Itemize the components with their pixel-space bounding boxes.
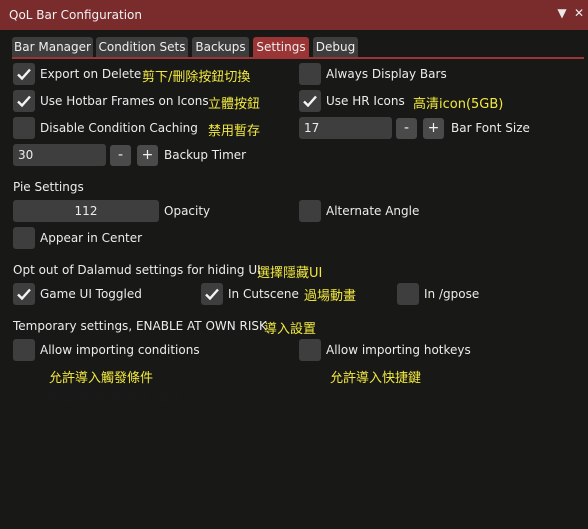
tab-backups[interactable]: Backups	[192, 37, 249, 58]
bar-font-size-decrement-button[interactable]: -	[396, 118, 417, 139]
checkmark-icon	[17, 68, 31, 81]
alternate-angle-checkbox[interactable]	[299, 200, 321, 222]
use-hr-icons-checkbox[interactable]	[299, 90, 321, 112]
temporary-note: 導入設置	[264, 322, 317, 337]
in-gpose-checkbox[interactable]	[397, 283, 419, 305]
backup-timer-label: Backup Timer	[164, 148, 247, 162]
always-display-bars-checkbox[interactable]	[299, 63, 321, 85]
tab-debug[interactable]: Debug	[313, 37, 358, 58]
always-display-bars-label: Always Display Bars	[326, 67, 447, 81]
in-cutscene-checkbox[interactable]	[201, 283, 223, 305]
allow-importing-conditions-note: 允許導入觸發條件	[49, 371, 154, 386]
checkmark-icon	[17, 95, 31, 108]
tab-settings[interactable]: Settings	[253, 37, 309, 58]
appear-in-center-label: Appear in Center	[40, 231, 143, 245]
use-hotbar-frames-checkbox[interactable]	[13, 90, 35, 112]
tab-bar-manager[interactable]: Bar Manager	[12, 37, 93, 58]
backup-timer-increment-button[interactable]: +	[137, 145, 158, 166]
use-hr-icons-label: Use HR Icons	[326, 94, 405, 108]
backup-timer-input[interactable]: 30	[13, 144, 106, 166]
temporary-heading: Temporary settings, ENABLE AT OWN RISK	[13, 319, 267, 333]
export-on-delete-note: 剪下/刪除按鈕切換	[142, 70, 251, 85]
bar-font-size-input[interactable]: 17	[299, 117, 392, 139]
title-bar[interactable]: QoL Bar Configuration ▼ ✕	[0, 0, 588, 30]
appear-in-center-checkbox[interactable]	[13, 227, 35, 249]
tab-condition-sets[interactable]: Condition Sets	[96, 37, 188, 58]
checkmark-icon	[303, 95, 317, 108]
use-hotbar-frames-label: Use Hotbar Frames on Icons	[40, 94, 209, 108]
bar-font-size-increment-button[interactable]: +	[423, 118, 444, 139]
dalamud-note: 選擇隱藏UI	[257, 266, 323, 281]
allow-importing-hotkeys-note: 允許導入快捷鍵	[330, 371, 422, 386]
backup-timer-decrement-button[interactable]: -	[110, 145, 131, 166]
opacity-label: Opacity	[164, 204, 211, 218]
window-title: QoL Bar Configuration	[9, 8, 143, 22]
disable-condition-caching-label: Disable Condition Caching	[40, 121, 198, 135]
export-on-delete-checkbox[interactable]	[13, 63, 35, 85]
alternate-angle-label: Alternate Angle	[326, 204, 420, 218]
in-cutscene-note: 過場動畫	[304, 289, 357, 304]
allow-importing-hotkeys-checkbox[interactable]	[299, 339, 321, 361]
disable-condition-caching-note: 禁用暫存	[208, 124, 261, 139]
dalamud-heading: Opt out of Dalamud settings for hiding U…	[13, 263, 261, 277]
game-ui-toggled-label: Game UI Toggled	[40, 287, 142, 301]
bar-font-size-label: Bar Font Size	[451, 121, 530, 135]
allow-importing-conditions-checkbox[interactable]	[13, 339, 35, 361]
export-on-delete-label: Export on Delete	[40, 67, 142, 81]
checkmark-icon	[205, 288, 219, 301]
collapse-icon[interactable]: ▼	[555, 6, 569, 20]
in-cutscene-label: In Cutscene	[228, 287, 299, 301]
tab-underline	[12, 57, 584, 59]
allow-importing-conditions-label: Allow importing conditions	[40, 343, 200, 357]
checkmark-icon	[17, 288, 31, 301]
use-hr-icons-note: 高清icon(5GB)	[413, 97, 504, 112]
qol-bar-config-window: QoL Bar Configuration ▼ ✕ Bar Manager Co…	[0, 0, 588, 529]
game-ui-toggled-checkbox[interactable]	[13, 283, 35, 305]
opacity-slider[interactable]: 112	[13, 200, 159, 222]
use-hotbar-frames-note: 立體按鈕	[208, 97, 261, 112]
pie-settings-heading: Pie Settings	[13, 180, 84, 194]
allow-importing-hotkeys-label: Allow importing hotkeys	[326, 343, 471, 357]
disable-condition-caching-checkbox[interactable]	[13, 117, 35, 139]
close-icon[interactable]: ✕	[572, 6, 586, 20]
in-gpose-label: In /gpose	[424, 287, 480, 301]
